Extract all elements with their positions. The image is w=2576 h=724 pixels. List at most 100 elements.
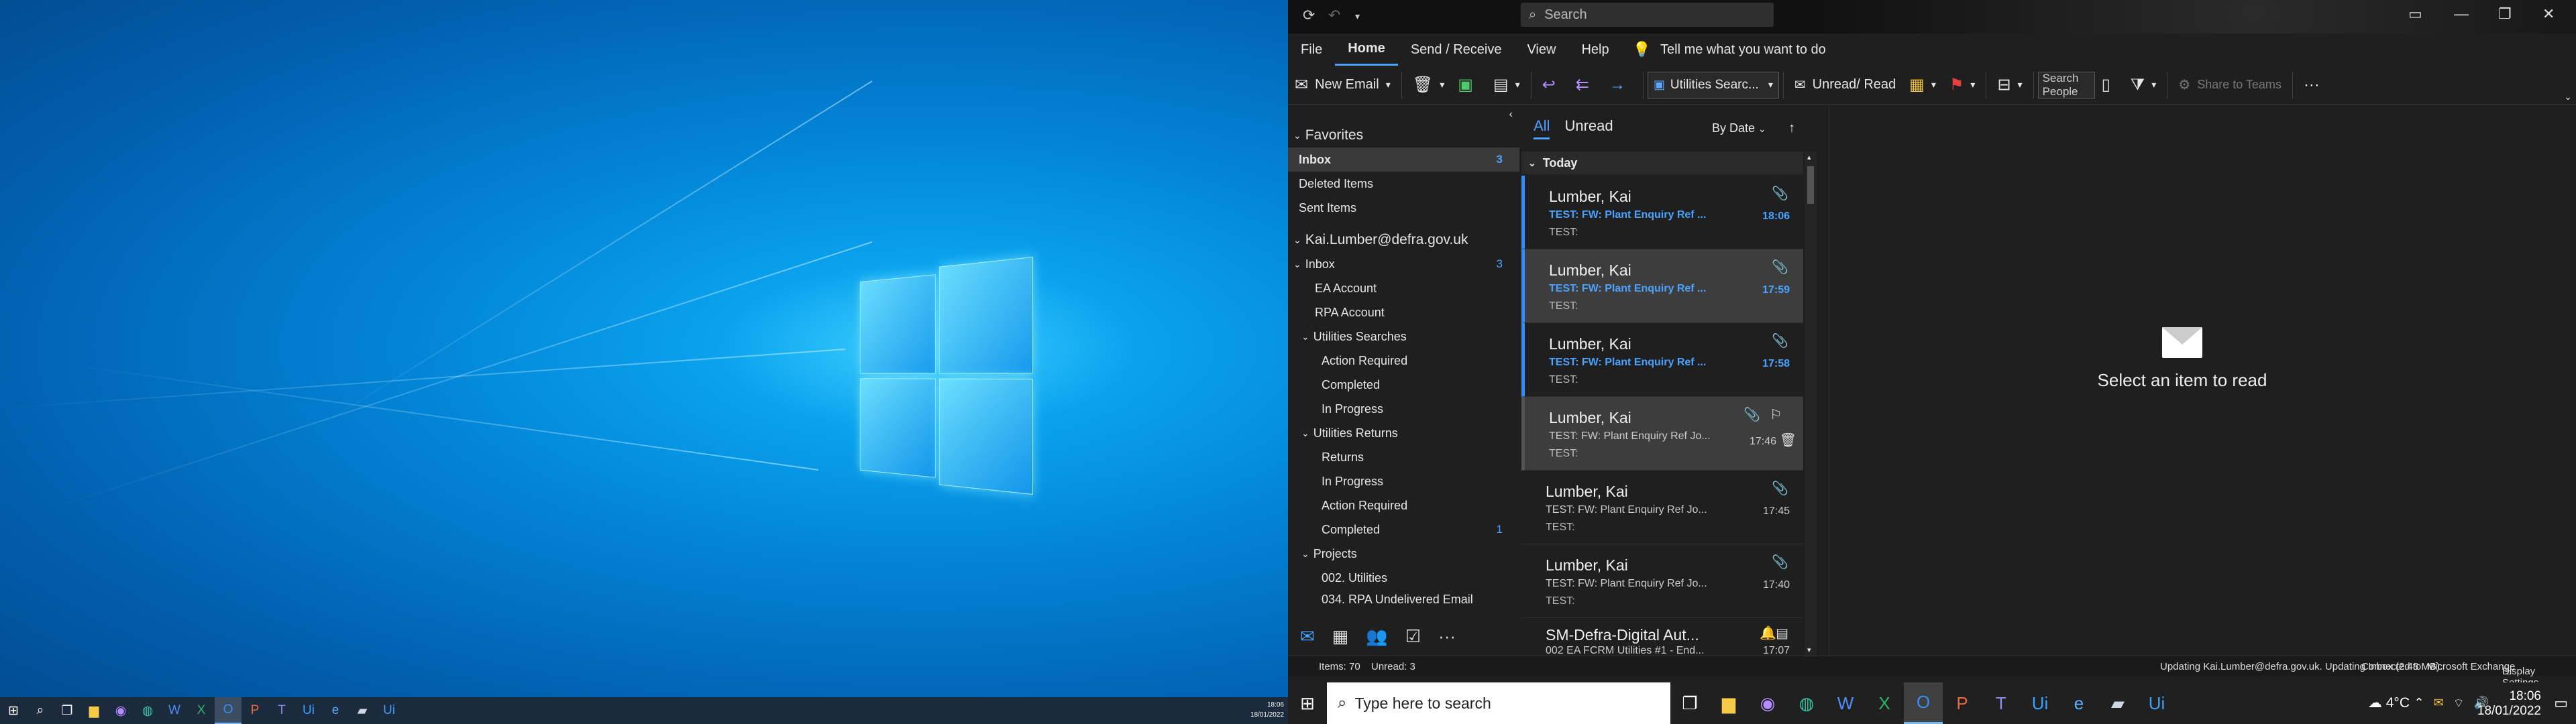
scroll-thumb[interactable] <box>1807 166 1814 204</box>
reply-button[interactable]: ↩ <box>1536 70 1569 101</box>
menu-home[interactable]: Home <box>1335 34 1398 66</box>
delete-button[interactable]: 🗑 ▾ <box>1406 70 1452 101</box>
menu-help[interactable]: Help <box>1568 34 1621 66</box>
message-item[interactable]: Lumber, Kai 📎 TEST: FW: Plant Enquiry Re… <box>1521 544 1803 618</box>
tasks-icon[interactable]: ☑ <box>1405 626 1421 647</box>
quick-steps-combo[interactable]: ▣ Utilities Searc... ▾ <box>1648 72 1779 99</box>
address-book-button[interactable]: ▯ <box>2095 70 2124 101</box>
categorize-button[interactable]: ▦ ▾ <box>1902 70 1943 101</box>
message-item[interactable]: Lumber, Kai 📎 TEST: FW: Plant Enquiry Re… <box>1521 176 1803 249</box>
scroll-down-icon[interactable]: ▾ <box>1807 646 1811 654</box>
forward-button[interactable]: → <box>1603 70 1639 101</box>
folder-in-progress[interactable]: In Progress <box>1288 469 1519 493</box>
folder-034-rpa[interactable]: 034. RPA Undelivered Email <box>1288 590 1519 609</box>
right-clock[interactable]: 18:06 18/01/2022 <box>2477 689 2541 719</box>
unread-read-button[interactable]: ✉ Unread/ Read <box>1788 70 1902 101</box>
reply-all-button[interactable]: ⇇ <box>1569 70 1603 101</box>
message-item[interactable]: Lumber, Kai 📎 TEST: FW: Plant Enquiry Re… <box>1521 471 1803 544</box>
folder-utilities-searches[interactable]: ⌄ Utilities Searches <box>1288 324 1519 349</box>
new-email-button[interactable]: ✉ New Email ▾ <box>1288 70 1397 101</box>
message-item[interactable]: Lumber, Kai 📎 TEST: FW: Plant Enquiry Re… <box>1521 323 1803 397</box>
quick-access-dropdown-icon[interactable]: ▾ <box>1355 11 1360 22</box>
favorite-inbox[interactable]: Inbox 3 <box>1288 147 1519 172</box>
weather-widget[interactable]: ☁ 4°C <box>2368 695 2410 711</box>
sort-direction-icon[interactable]: ↑ <box>1788 121 1795 136</box>
uipath-studio-icon[interactable]: Ui <box>2137 682 2176 724</box>
more-commands-button[interactable]: ··· <box>2297 70 2333 101</box>
search-people-input[interactable]: Search People <box>2038 72 2095 99</box>
edge-icon[interactable]: ◍ <box>1787 682 1826 724</box>
undo-icon[interactable]: ↶ <box>1328 7 1340 24</box>
move-button[interactable]: ▤ ▾ <box>1487 70 1527 101</box>
folder-utilities-returns[interactable]: ⌄ Utilities Returns <box>1288 421 1519 445</box>
close-icon[interactable]: ✕ <box>2542 5 2555 23</box>
outlook-icon[interactable]: O <box>215 697 241 724</box>
menu-view[interactable]: View <box>1514 34 1568 66</box>
uipath-assistant-icon[interactable]: ▰ <box>349 697 376 724</box>
sync-icon[interactable]: ⟳ <box>1303 7 1315 24</box>
word-icon[interactable]: W <box>161 697 188 724</box>
search-icon[interactable]: ⌕ <box>27 697 54 724</box>
edge-legacy-icon[interactable]: e <box>2059 682 2098 724</box>
uipath-assistant-icon[interactable]: ▰ <box>2098 682 2137 724</box>
search-box[interactable]: ⌕ Search <box>1521 3 1774 27</box>
github-icon[interactable]: ◉ <box>107 697 134 724</box>
edge-icon[interactable]: ◍ <box>134 697 161 724</box>
flag-icon[interactable]: ⚐ <box>1770 406 1782 423</box>
favorite-deleted-items[interactable]: Deleted Items <box>1288 172 1519 196</box>
filter-email-button[interactable]: ⧩ ▾ <box>2124 70 2163 101</box>
powerpoint-icon[interactable]: P <box>241 697 268 724</box>
favorite-sent-items[interactable]: Sent Items <box>1288 196 1519 220</box>
folder-action-required[interactable]: Action Required <box>1288 349 1519 373</box>
uipath-studio-icon[interactable]: Ui <box>376 697 402 724</box>
action-center-icon[interactable]: ▭ <box>2554 695 2568 712</box>
message-item[interactable]: Lumber, Kai 📎 TEST: FW: Plant Enquiry Re… <box>1521 249 1803 323</box>
delete-icon[interactable]: 🗑 <box>1780 432 1796 448</box>
scroll-up-icon[interactable]: ▴ <box>1807 153 1811 162</box>
github-icon[interactable]: ◉ <box>1748 682 1787 724</box>
network-icon[interactable]: ⌔ <box>2453 696 2465 711</box>
collapse-pane-icon[interactable]: ‹ <box>1509 109 1513 121</box>
list-scrollbar[interactable]: ▴ ▾ <box>1805 152 1817 656</box>
folder-completed[interactable]: Completed 1 <box>1288 518 1519 542</box>
outlook-icon[interactable]: O <box>1904 682 1943 724</box>
account-header[interactable]: ⌄ Kai.Lumber@defra.gov.uk <box>1288 228 1519 252</box>
teams-icon[interactable]: T <box>268 697 295 724</box>
calendar-icon[interactable]: ▦ <box>1332 626 1349 647</box>
menu-file[interactable]: File <box>1288 34 1335 66</box>
ribbon-collapse-icon[interactable]: ⌄ <box>2564 91 2572 103</box>
folder-002-utilities[interactable]: 002. Utilities <box>1288 566 1519 590</box>
restore-icon[interactable]: ❐ <box>2498 5 2512 23</box>
favorites-header[interactable]: ⌄ Favorites <box>1288 123 1519 147</box>
folder-completed[interactable]: Completed <box>1288 373 1519 397</box>
folder-action-required[interactable]: Action Required <box>1288 493 1519 518</box>
start-icon[interactable]: ⊞ <box>1288 682 1327 724</box>
archive-button[interactable]: ▣ <box>1451 70 1487 101</box>
taskview-icon[interactable]: ❐ <box>1670 682 1709 724</box>
share-to-teams-button[interactable]: ⚙ Share to Teams <box>2171 70 2288 101</box>
taskview-icon[interactable]: ❐ <box>54 697 80 724</box>
mail-icon[interactable]: ✉ <box>1300 626 1315 647</box>
excel-icon[interactable]: X <box>188 697 215 724</box>
folder-in-progress[interactable]: In Progress <box>1288 397 1519 421</box>
folder-rpa-account[interactable]: RPA Account <box>1288 300 1519 324</box>
sort-dropdown[interactable]: By Date ⌄ <box>1712 121 1766 135</box>
minimize-icon[interactable]: — <box>2454 5 2469 23</box>
edge-legacy-icon[interactable]: e <box>322 697 349 724</box>
menu-send-receive[interactable]: Send / Receive <box>1398 34 1515 66</box>
group-header-today[interactable]: ⌄ Today <box>1521 152 1803 174</box>
filter-all-tab[interactable]: All <box>1534 117 1550 139</box>
folder-ea-account[interactable]: EA Account <box>1288 276 1519 300</box>
taskbar-search[interactable]: ⌕ Type here to search <box>1327 682 1670 724</box>
powerpoint-icon[interactable]: P <box>1943 682 1982 724</box>
message-item[interactable]: SM-Defra-Digital Aut... 🔔 ▤ 002 EA FCRM … <box>1521 618 1803 656</box>
teams-icon[interactable]: T <box>1982 682 2021 724</box>
folder-returns[interactable]: Returns <box>1288 445 1519 469</box>
uipath-icon[interactable]: Ui <box>2021 682 2059 724</box>
tell-me-box[interactable]: 💡 Tell me what you want to do <box>1633 41 1826 58</box>
word-icon[interactable]: W <box>1826 682 1865 724</box>
uipath-icon[interactable]: Ui <box>295 697 322 724</box>
explorer-icon[interactable]: ▆ <box>80 697 107 724</box>
explorer-icon[interactable]: ▆ <box>1709 682 1748 724</box>
left-clock[interactable]: 18:06 18/01/2022 <box>1250 700 1284 720</box>
